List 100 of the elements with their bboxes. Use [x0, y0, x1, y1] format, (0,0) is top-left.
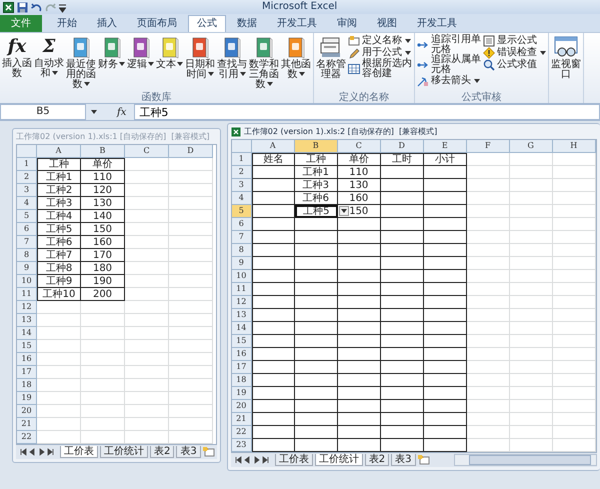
sheet-cell[interactable]: [338, 413, 381, 426]
ribbon-tab[interactable]: 审阅: [328, 15, 366, 32]
sheet-cell[interactable]: [380, 413, 424, 426]
sheet-cell[interactable]: [252, 348, 295, 361]
sheet-cell[interactable]: [294, 387, 338, 400]
dropdown-button[interactable]: 财务: [98, 35, 125, 70]
column-header[interactable]: D: [169, 145, 213, 158]
row-header[interactable]: 19: [232, 387, 252, 400]
sheet-cell[interactable]: [294, 400, 338, 413]
sheet-cell[interactable]: [424, 244, 467, 257]
dropdown-button[interactable]: Σ 自动求和: [34, 35, 64, 79]
sheet-tab[interactable]: 表3: [391, 454, 416, 466]
row-header[interactable]: 17: [17, 366, 37, 379]
sheet-cell[interactable]: [424, 192, 467, 205]
sheet-cell[interactable]: [294, 296, 338, 309]
sheet-cell[interactable]: [380, 335, 424, 348]
name-box[interactable]: B5: [0, 104, 86, 120]
ribbon-button[interactable]: 追踪引用单元格: [417, 35, 481, 55]
sheet-cell[interactable]: [424, 270, 467, 283]
ribbon-tab[interactable]: 视图: [368, 15, 406, 32]
ribbon-button[interactable]: fx 插入函数: [2, 35, 32, 79]
row-header[interactable]: 1: [17, 158, 37, 171]
column-header[interactable]: E: [424, 140, 467, 153]
select-all-corner[interactable]: [17, 145, 37, 158]
dropdown-button[interactable]: 文本: [156, 35, 183, 70]
sheet-cell[interactable]: [252, 400, 295, 413]
row-header[interactable]: 10: [232, 270, 252, 283]
column-header[interactable]: H: [552, 140, 596, 153]
column-header[interactable]: F: [466, 140, 510, 153]
sheet-cell[interactable]: 工种7: [37, 249, 81, 262]
row-header[interactable]: 20: [17, 405, 37, 418]
sheet-cell[interactable]: [380, 439, 424, 452]
sheet-tab[interactable]: 工价统计: [100, 446, 148, 458]
select-all-corner[interactable]: [232, 140, 252, 153]
sheet-cell[interactable]: [294, 335, 338, 348]
sheet-cell[interactable]: [380, 257, 424, 270]
sheet-cell[interactable]: [338, 400, 381, 413]
new-sheet-icon[interactable]: [418, 455, 432, 465]
sheet-cell[interactable]: [338, 322, 381, 335]
sheet-cell[interactable]: [380, 218, 424, 231]
sheet-cell[interactable]: [338, 231, 381, 244]
sheet-cell[interactable]: [424, 426, 467, 439]
row-header[interactable]: 9: [232, 257, 252, 270]
sheet-cell[interactable]: [424, 400, 467, 413]
sheet-cell[interactable]: [424, 348, 467, 361]
sheet-cell[interactable]: [424, 413, 467, 426]
sheet-cell[interactable]: [252, 257, 295, 270]
save-icon[interactable]: [17, 2, 28, 12]
sheet-cell[interactable]: 工种1: [37, 171, 81, 184]
sheet-tab[interactable]: 表2: [364, 454, 390, 466]
ribbon-tab[interactable]: 开发工具: [408, 15, 466, 32]
sheet-tab[interactable]: 工价表: [274, 454, 313, 466]
row-header[interactable]: 6: [17, 223, 37, 236]
sheet-cell[interactable]: [252, 231, 295, 244]
sheet-cell[interactable]: 110: [338, 166, 381, 179]
row-header[interactable]: 20: [232, 400, 252, 413]
ribbon-button[interactable]: 追踪从属单元格: [417, 55, 481, 75]
column-header[interactable]: C: [125, 145, 169, 158]
sheet-cell[interactable]: [294, 309, 338, 322]
sheet-cell[interactable]: [252, 335, 295, 348]
row-header[interactable]: 14: [232, 322, 252, 335]
sheet-cell[interactable]: 工种: [294, 153, 338, 166]
sheet-cell[interactable]: 160: [81, 236, 125, 249]
row-header[interactable]: 2: [17, 171, 37, 184]
row-header[interactable]: 11: [17, 288, 37, 301]
row-header[interactable]: 7: [17, 236, 37, 249]
sheet-cell[interactable]: 130: [81, 197, 125, 210]
sheet-cell[interactable]: [252, 296, 295, 309]
sheet-cell[interactable]: 工种3: [294, 179, 338, 192]
sheet-cell[interactable]: [338, 270, 381, 283]
sheet-cell[interactable]: [424, 309, 467, 322]
sheet-cell[interactable]: [424, 374, 467, 387]
column-header[interactable]: D: [380, 140, 424, 153]
row-header[interactable]: 2: [232, 166, 252, 179]
sheet-cell[interactable]: [338, 309, 381, 322]
sheet-cell[interactable]: [338, 218, 381, 231]
sheet-cell[interactable]: [294, 231, 338, 244]
sheet-cell[interactable]: [380, 205, 424, 218]
sheet-cell[interactable]: 工种6: [294, 192, 338, 205]
sheet-cell[interactable]: [338, 257, 381, 270]
row-header[interactable]: 16: [17, 353, 37, 366]
row-header[interactable]: 9: [17, 262, 37, 275]
row-header[interactable]: 14: [17, 327, 37, 340]
row-header[interactable]: 10: [17, 275, 37, 288]
row-header[interactable]: 16: [232, 348, 252, 361]
sheet-cell[interactable]: 单价: [338, 153, 381, 166]
sheet-cell[interactable]: [294, 426, 338, 439]
sheet-cell[interactable]: [380, 374, 424, 387]
row-header[interactable]: 1: [232, 153, 252, 166]
sheet-cell[interactable]: [380, 270, 424, 283]
dropdown-button[interactable]: 错误检查: [483, 47, 546, 59]
row-header[interactable]: 7: [232, 231, 252, 244]
sheet-cell[interactable]: [380, 231, 424, 244]
sheet-cell[interactable]: 单价: [81, 158, 125, 171]
sheet-cell[interactable]: 150: [338, 205, 381, 218]
sheet-cell[interactable]: [338, 374, 381, 387]
sheet-cell[interactable]: [294, 270, 338, 283]
sheet-cell[interactable]: [338, 348, 381, 361]
row-header[interactable]: 12: [17, 301, 37, 314]
sheet-cell[interactable]: 130: [338, 179, 381, 192]
